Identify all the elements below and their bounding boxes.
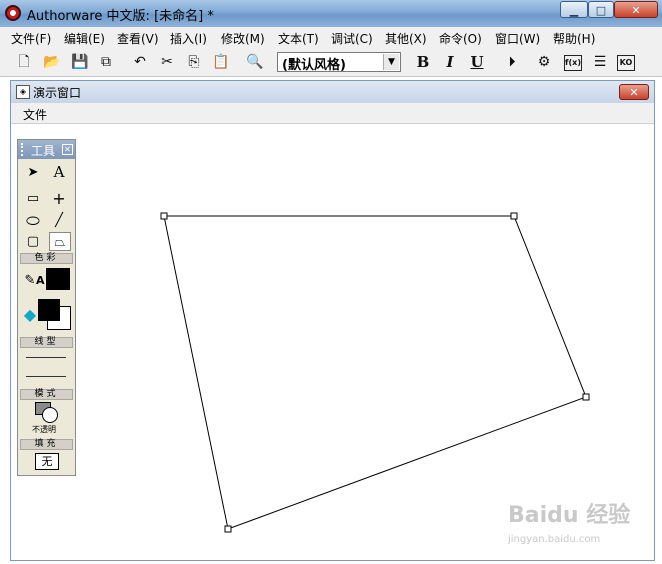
menu-text[interactable]: 文本(T) — [278, 30, 319, 47]
window-title: Authorware 中文版: [未命名] * — [27, 9, 214, 24]
underline-icon[interactable]: U — [467, 52, 487, 72]
fill-value: 无 — [41, 455, 53, 468]
find-icon[interactable]: 🔍 — [245, 52, 265, 72]
menu-edit[interactable]: 编辑(E) — [64, 30, 105, 47]
mode-section-label: 模式 — [20, 389, 73, 400]
menu-window[interactable]: 窗口(W) — [495, 30, 540, 47]
menu-file[interactable]: 文件(F) — [11, 30, 51, 47]
fill-style-box[interactable]: 无 — [35, 453, 59, 470]
functions-icon[interactable]: f(x) — [564, 55, 582, 71]
run-icon[interactable]: ⏵ — [502, 52, 522, 72]
copy-icon[interactable]: ⎘ — [184, 52, 204, 72]
open-icon[interactable]: 📂 — [42, 52, 62, 72]
presentation-close-button[interactable]: ✕ — [619, 84, 649, 100]
bold-icon[interactable]: B — [413, 52, 433, 72]
control-panel-icon[interactable]: ⚙ — [534, 52, 554, 72]
presentation-window: ◈ 演示窗口 ✕ 文件 — [10, 80, 655, 561]
color-section-label: 色彩 — [20, 253, 73, 264]
minimize-button[interactable]: ▁ — [560, 1, 588, 18]
close-button[interactable]: ✕ — [614, 1, 658, 18]
toolbox-title: 工具 — [31, 144, 56, 158]
menu-view[interactable]: 查看(V) — [117, 30, 159, 47]
presentation-title: 演示窗口 — [33, 86, 82, 100]
line-style-arrow[interactable] — [26, 376, 66, 377]
foreground-color-swatch[interactable] — [38, 299, 60, 321]
toolbox-titlebar[interactable]: 工具 ✕ — [18, 140, 75, 159]
ellipse-tool-icon[interactable]: ⬭ — [22, 211, 44, 230]
save-all-icon[interactable]: 💾 — [70, 52, 90, 72]
menu-other[interactable]: 其他(X) — [385, 30, 427, 47]
presentation-canvas[interactable] — [11, 124, 654, 560]
menu-modify[interactable]: 修改(M) — [221, 30, 265, 47]
presentation-titlebar: ◈ 演示窗口 ✕ — [11, 81, 654, 103]
import-icon[interactable]: ⧉ — [96, 52, 116, 72]
cut-icon[interactable]: ✂ — [157, 52, 177, 72]
crosshair-tool-icon[interactable]: + — [48, 189, 70, 208]
mode-icon-circle — [42, 407, 58, 423]
new-icon[interactable]: 🗋 — [14, 52, 34, 72]
grip-icon[interactable] — [21, 143, 26, 156]
maximize-button[interactable]: □ — [588, 1, 614, 18]
presentation-window-icon: ◈ — [16, 85, 30, 99]
presentation-menu-file[interactable]: 文件 — [23, 106, 47, 123]
close-icon[interactable]: ✕ — [62, 144, 73, 155]
rectangle-tool-icon[interactable]: ▭ — [22, 189, 44, 208]
menu-bar: 文件(F) 编辑(E) 查看(V) 插入(I) 修改(M) 文本(T) 调试(C… — [0, 27, 662, 49]
chevron-down-icon[interactable]: ▼ — [383, 54, 399, 70]
italic-icon[interactable]: I — [440, 52, 460, 72]
line-tool-icon[interactable]: ╱ — [48, 211, 70, 230]
pointer-tool-icon[interactable]: ➤ — [22, 163, 44, 182]
menu-help[interactable]: 帮助(H) — [553, 30, 595, 47]
presentation-menubar: 文件 — [11, 103, 654, 124]
title-bar: Authorware 中文版: [未命名] * ▁ □ ✕ — [0, 0, 662, 27]
text-style-select[interactable]: (默认风格) ▼ — [277, 52, 401, 73]
authorware-app-icon[interactable] — [5, 5, 21, 21]
paste-icon[interactable]: 📋 — [211, 52, 231, 72]
undo-icon[interactable]: ↶ — [130, 52, 150, 72]
text-color-label: A — [36, 274, 45, 287]
rounded-rectangle-tool-icon[interactable]: ▢ — [22, 232, 44, 251]
mode-value: 不透明 — [32, 425, 56, 434]
text-tool-icon[interactable]: A — [48, 163, 70, 182]
menu-debug[interactable]: 调试(C) — [331, 30, 373, 47]
menu-command[interactable]: 命令(O) — [439, 30, 482, 47]
knowledge-objects-icon[interactable]: KO — [617, 55, 635, 71]
text-style-value: (默认风格) — [282, 58, 346, 73]
line-section-label: 线型 — [20, 337, 73, 348]
polygon-tool-icon[interactable]: ⏢ — [49, 232, 71, 251]
baidu-watermark-url: jingyan.baidu.com — [508, 534, 601, 545]
drawing-toolbox: 工具 ✕ ➤ A ▭ + ⬭ ╱ ▢ ⏢ 色彩 ✎ A ◆ 线型 模式 不透明 … — [17, 139, 76, 476]
menu-insert[interactable]: 插入(I) — [170, 30, 207, 47]
stroke-color-swatch[interactable] — [46, 268, 70, 290]
line-style-thin[interactable] — [26, 357, 66, 358]
baidu-watermark: Baidu 经验 — [508, 503, 631, 528]
fill-section-label: 填充 — [20, 439, 73, 450]
variables-icon[interactable]: ☰ — [590, 52, 610, 72]
